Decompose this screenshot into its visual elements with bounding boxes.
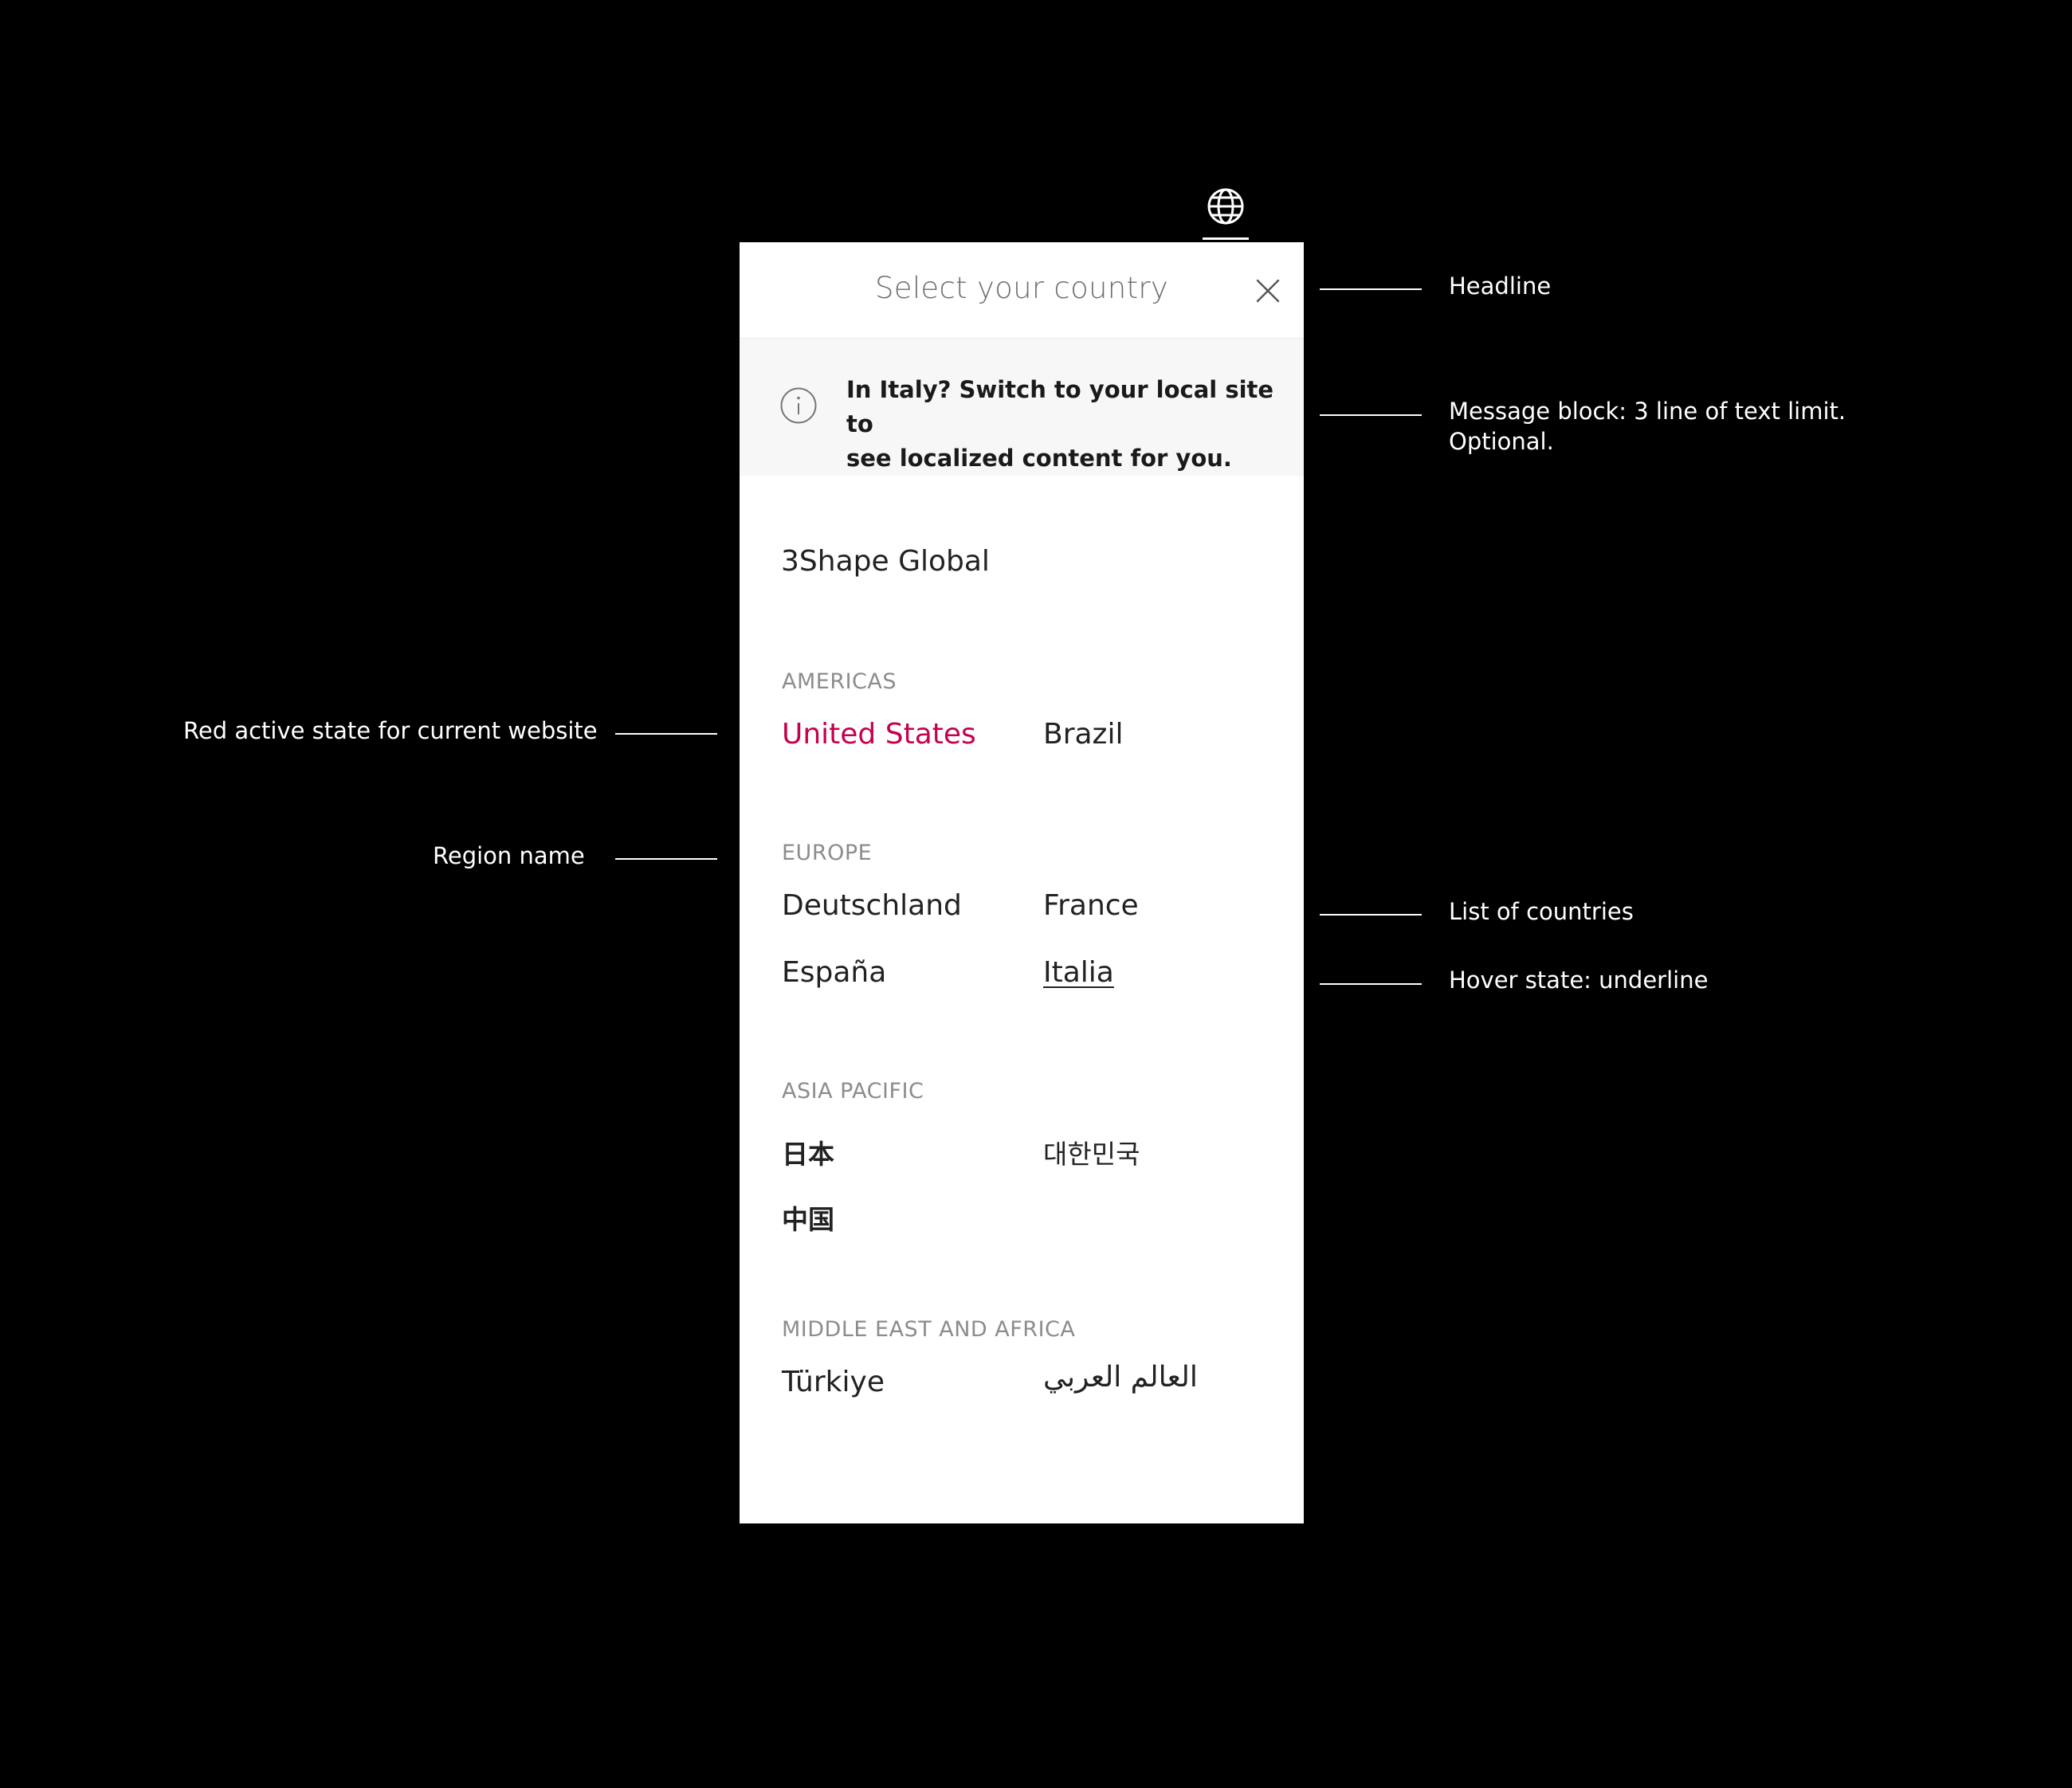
- annotation-line-headline: [1320, 288, 1422, 290]
- country-link-deutschland[interactable]: Deutschland: [782, 889, 962, 922]
- annotation-message-block: Message block: 3 line of text limit. Opt…: [1449, 398, 1846, 455]
- globe-active-underline: [1203, 237, 1249, 240]
- region-name-middle-east-africa: MIDDLE EAST AND AFRICA: [782, 1317, 1076, 1342]
- message-block: In Italy? Switch to your local site to s…: [740, 339, 1304, 476]
- country-link-japan[interactable]: 日本: [782, 1133, 834, 1171]
- annotation-active-state: Red active state for current website: [183, 717, 598, 744]
- panel-header: Select your country: [740, 242, 1304, 339]
- country-link-espana[interactable]: España: [782, 956, 886, 989]
- annotation-hover-state: Hover state: underline: [1449, 967, 1709, 994]
- annotation-line-message-block: [1320, 414, 1422, 416]
- annotation-line-list-of-countries: [1320, 914, 1422, 916]
- global-site-link[interactable]: 3Shape Global: [781, 545, 990, 578]
- country-link-arab-world[interactable]: العالم العربي: [1043, 1361, 1198, 1394]
- region-name-europe: EUROPE: [782, 841, 873, 865]
- info-icon: [779, 386, 818, 425]
- country-link-china[interactable]: 中国: [782, 1198, 834, 1237]
- panel-title: Select your country: [874, 271, 1169, 305]
- message-text: In Italy? Switch to your local site to s…: [846, 376, 1274, 472]
- close-button[interactable]: [1250, 273, 1286, 309]
- country-link-turkiye[interactable]: Türkiye: [782, 1366, 885, 1398]
- annotation-line-active-state: [615, 733, 717, 735]
- country-link-brazil[interactable]: Brazil: [1043, 718, 1123, 751]
- country-link-italia[interactable]: Italia: [1043, 956, 1114, 989]
- annotation-region-name: Region name: [433, 842, 585, 869]
- country-link-united-states[interactable]: United States: [782, 718, 976, 751]
- region-name-asia-pacific: ASIA PACIFIC: [782, 1079, 924, 1104]
- region-name-americas: AMERICAS: [782, 669, 897, 694]
- annotation-list-of-countries: List of countries: [1449, 898, 1634, 925]
- annotation-line-region-name: [615, 858, 717, 860]
- country-selector-panel: Select your country In Italy? Switch to …: [740, 242, 1304, 1523]
- annotation-line-hover-state: [1320, 983, 1422, 985]
- country-link-korea[interactable]: 대한민국: [1043, 1133, 1140, 1171]
- country-link-france[interactable]: France: [1043, 889, 1139, 922]
- annotation-headline: Headline: [1449, 273, 1552, 300]
- country-selector-trigger[interactable]: [1201, 182, 1250, 242]
